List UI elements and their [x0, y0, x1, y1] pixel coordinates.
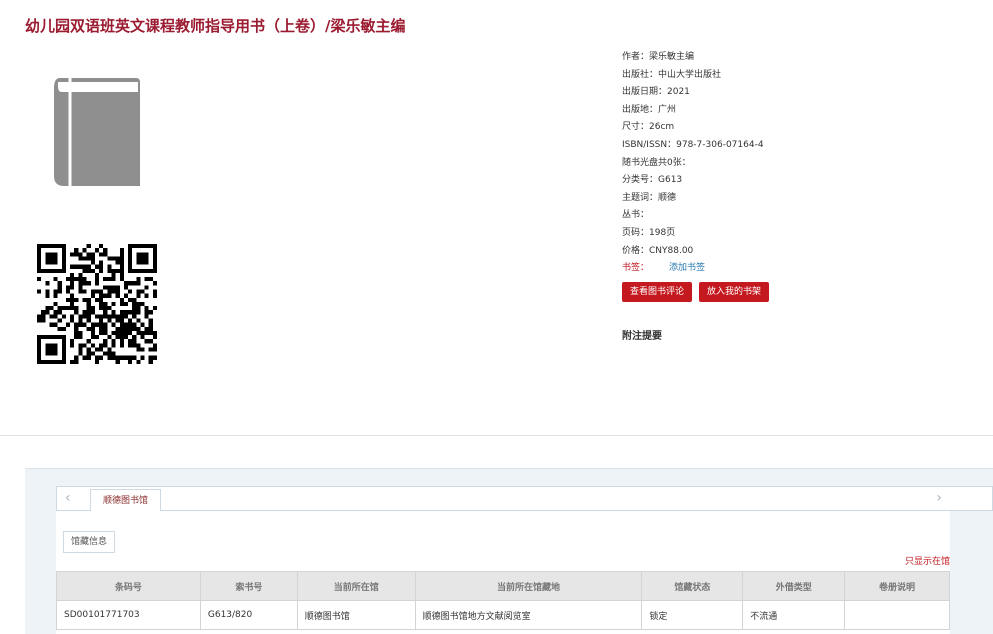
detail-row: ISBN/ISSN：978-7-306-07164-4	[622, 139, 764, 150]
library-tabbar: ‹ 顺德图书馆 ›	[56, 486, 993, 512]
add-to-shelf-button[interactable]: 放入我的书架	[699, 282, 770, 302]
only-in-library-link[interactable]: 只显示在馆	[905, 554, 950, 567]
column-header: 当前所在馆	[296, 571, 416, 601]
detail-row: 出版地：广州	[622, 104, 677, 115]
column-header: 馆藏状态	[641, 571, 744, 601]
divider	[0, 435, 993, 436]
detail-row: 作者：梁乐敏主编	[622, 52, 695, 62]
detail-row: 随书光盘共0张：	[622, 157, 691, 168]
tags-row: 书签： 添加书签	[622, 260, 764, 278]
detail-row: 分类号：G613	[622, 175, 683, 186]
detail-row: 丛书：	[622, 210, 650, 221]
column-header: 条码号	[56, 571, 201, 601]
table-cell: 顺德图书馆	[296, 600, 416, 630]
holdings-panel: 馆藏信息 只显示在馆 条码号 索书号 当前所在馆 当前所在馆藏地 馆藏状态 外借类型 卷册说…	[56, 511, 950, 634]
table-cell: 顺德图书馆地方文献阅览室	[414, 600, 643, 630]
table-cell: 不流通	[742, 600, 846, 630]
notes-title: 附注提要	[622, 331, 662, 342]
detail-row: 价格：CNY88.00	[622, 245, 694, 256]
column-header: 卷册说明	[844, 571, 950, 601]
add-tag-link[interactable]: 添加书签	[669, 263, 705, 273]
chevron-right-icon[interactable]: ›	[936, 490, 942, 506]
qr-code	[37, 244, 157, 364]
tab-shunde-library[interactable]: 顺德图书馆	[90, 489, 162, 512]
column-header: 外借类型	[742, 571, 846, 601]
column-header: 当前所在馆藏地	[414, 571, 643, 601]
detail-row: 主题词：顺德	[622, 192, 677, 203]
table-cell: 锁定	[641, 600, 744, 630]
table-row: SD00101771703 G613/820 顺德图书馆 顺德图书馆地方文献阅览室 锁定…	[56, 600, 950, 630]
holdings-table: 条码号 索书号 当前所在馆 当前所在馆藏地 馆藏状态 外借类型 卷册说明 SD0010177…	[56, 571, 950, 630]
table-cell: SD00101771703	[56, 600, 201, 630]
holdings-section: ‹ 顺德图书馆 › 馆藏信息 只显示在馆 条码号 索书号 当前所在馆 当前所在馆藏地馆…	[25, 468, 993, 634]
table-cell	[844, 600, 950, 630]
detail-row: 出版社：中山大学出版社	[622, 69, 722, 80]
tags-label: 书签：	[622, 263, 650, 274]
detail-row: 出版日期：2021	[622, 87, 690, 98]
view-reviews-button[interactable]: 查看图书评论	[622, 282, 693, 302]
tab-holdings-info[interactable]: 馆藏信息	[63, 531, 116, 553]
table-cell: G613/820	[199, 600, 298, 630]
page-title: 幼儿园双语班英文课程教师指导用书（上卷）/梁乐敏主编	[25, 17, 406, 35]
book-cover-icon	[54, 78, 140, 186]
book-details: 作者：梁乐敏主编出版社：中山大学出版社 出版日期：2021 出版地：广州 尺寸：26c…	[622, 49, 764, 278]
detail-row: 尺寸：26cm	[622, 122, 675, 133]
detail-row: 页码：198页	[622, 227, 676, 238]
column-header: 索书号	[199, 571, 298, 601]
chevron-left-icon[interactable]: ‹	[65, 490, 71, 506]
